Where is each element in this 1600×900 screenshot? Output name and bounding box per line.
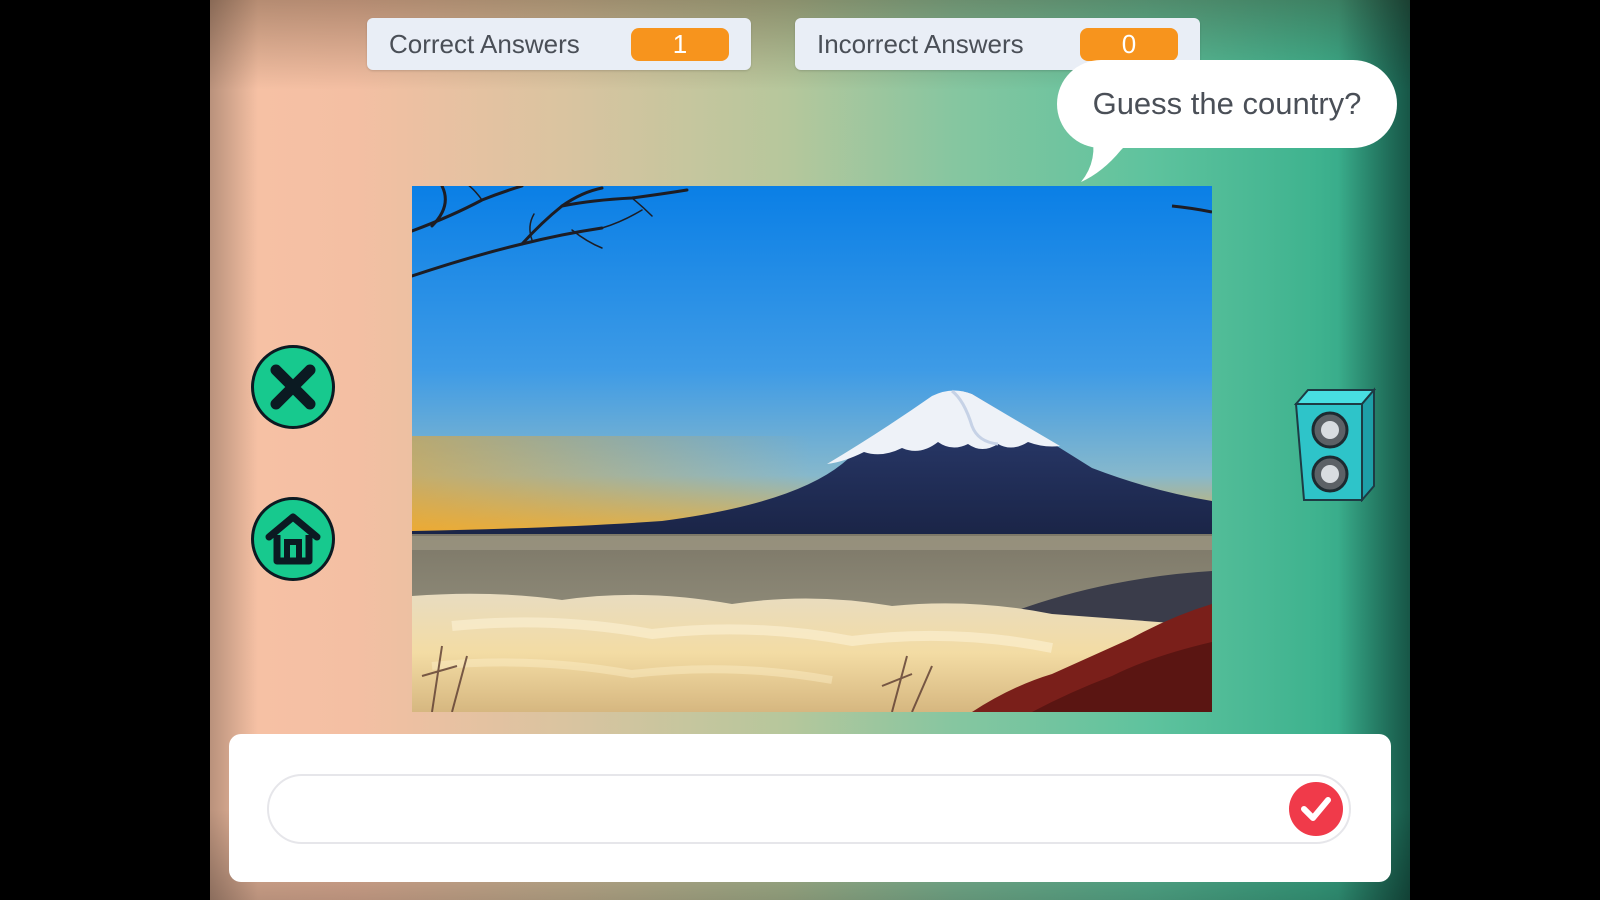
answer-panel <box>229 734 1391 882</box>
answer-input[interactable] <box>267 774 1351 844</box>
country-photo <box>412 186 1212 712</box>
app-screen: Correct Answers 1 Incorrect Answers 0 Gu… <box>0 0 1600 900</box>
correct-answers-counter: Correct Answers 1 <box>367 18 751 70</box>
home-button[interactable] <box>251 497 335 581</box>
close-x-icon <box>270 364 316 410</box>
correct-answers-label: Correct Answers <box>389 28 580 59</box>
incorrect-answers-label: Incorrect Answers <box>817 28 1024 59</box>
home-icon <box>265 513 321 565</box>
incorrect-answers-value: 0 <box>1080 28 1178 61</box>
speaker-button[interactable] <box>1290 386 1376 502</box>
quiz-stage: Correct Answers 1 Incorrect Answers 0 Gu… <box>210 0 1410 900</box>
question-prompt: Guess the country? <box>1092 86 1362 121</box>
close-button[interactable] <box>251 345 335 429</box>
checkmark-icon <box>1301 797 1331 821</box>
speech-bubble-tail <box>1081 130 1141 182</box>
speaker-icon <box>1293 387 1376 502</box>
correct-answers-value: 1 <box>631 28 729 61</box>
submit-answer-button[interactable] <box>1289 782 1343 836</box>
